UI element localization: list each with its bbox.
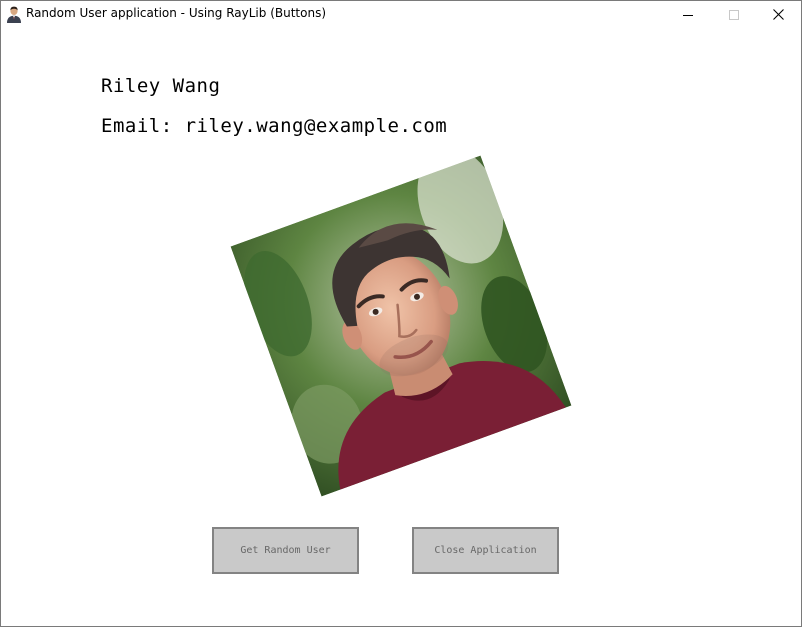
maximize-icon — [729, 5, 739, 24]
user-email: Email: riley.wang@example.com — [101, 115, 448, 137]
app-user-icon — [6, 6, 22, 23]
title-bar[interactable]: Random User application - Using RayLib (… — [1, 1, 801, 28]
get-random-user-button[interactable]: Get Random User — [212, 527, 359, 574]
user-photo — [230, 155, 572, 497]
maximize-button[interactable] — [711, 1, 757, 28]
minimize-button[interactable] — [665, 1, 711, 28]
close-icon — [772, 5, 784, 24]
app-client-area: Riley Wang Email: riley.wang@example.com — [1, 28, 801, 626]
close-application-button[interactable]: Close Application — [412, 527, 559, 574]
close-window-button[interactable] — [755, 1, 801, 28]
window-title: Random User application - Using RayLib (… — [26, 6, 327, 20]
user-name: Riley Wang — [101, 75, 221, 97]
minimize-icon — [683, 5, 693, 24]
app-window: Random User application - Using RayLib (… — [0, 0, 802, 627]
